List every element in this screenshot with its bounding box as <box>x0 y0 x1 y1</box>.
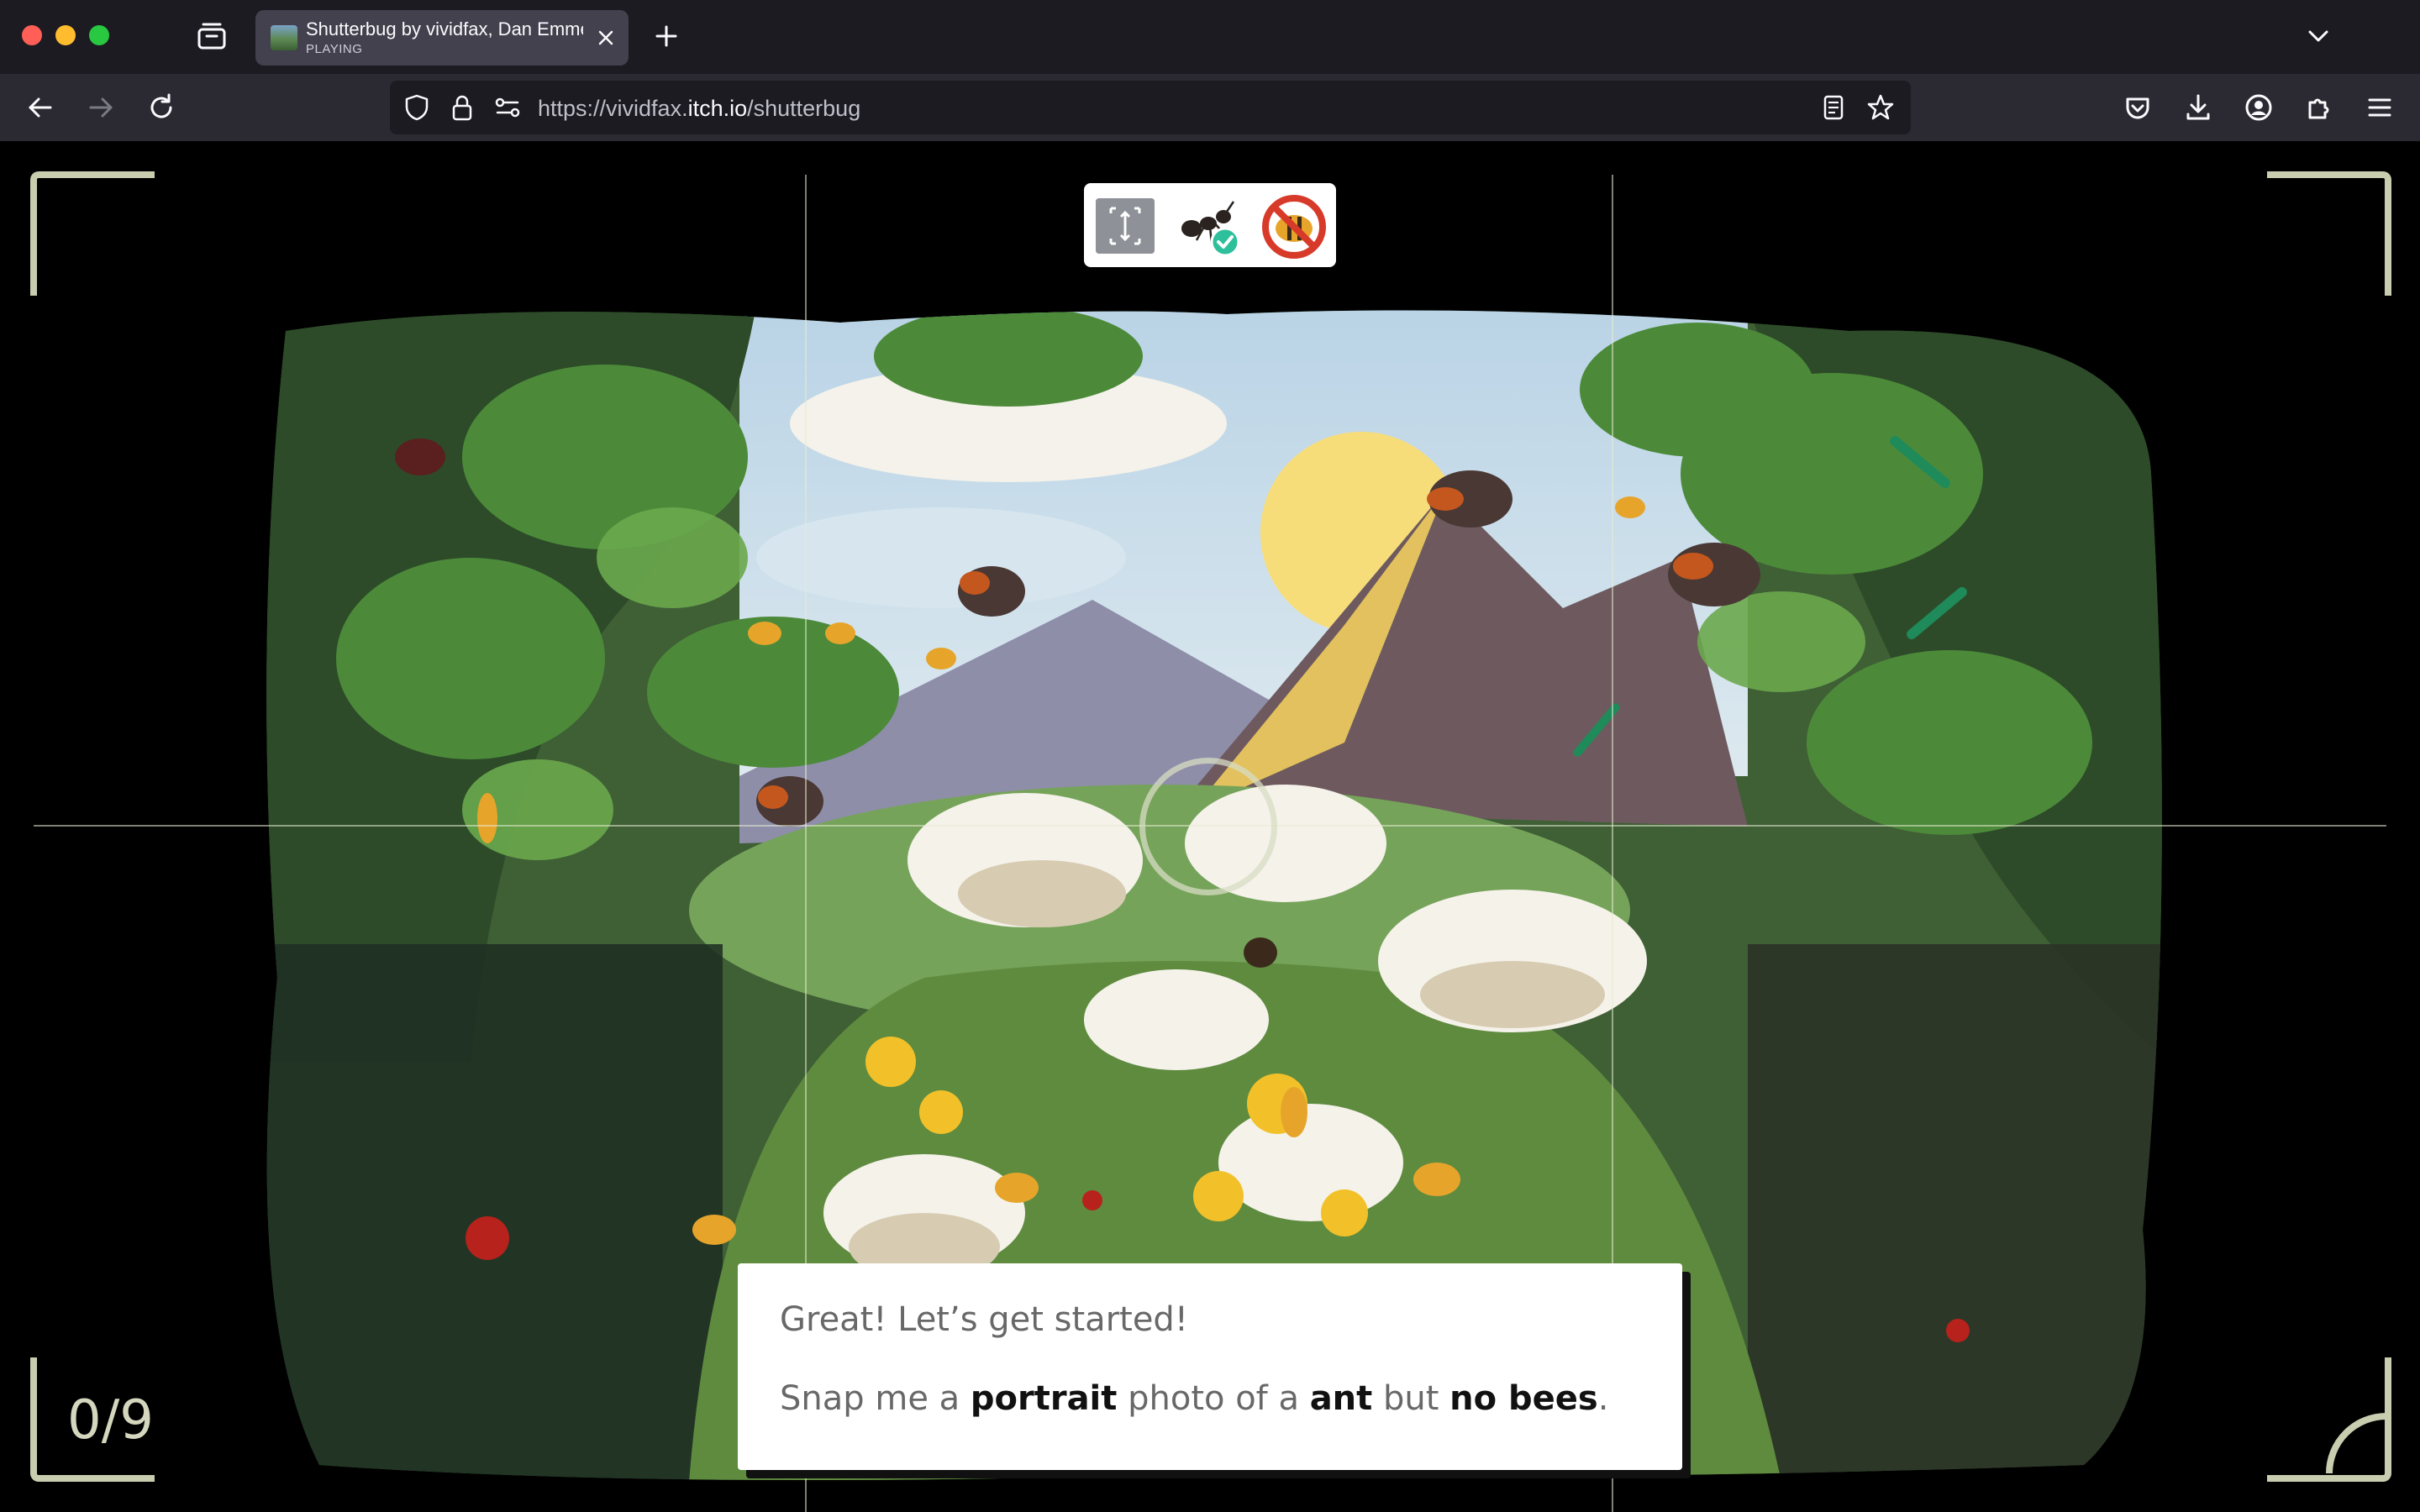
shutter-arc-icon <box>2326 1413 2387 1474</box>
extensions-puzzle-icon[interactable] <box>2302 91 2336 124</box>
dialog-instruction: Snap me a portrait photo of a ant but no… <box>780 1379 1609 1418</box>
forward-arrow-icon[interactable] <box>84 91 118 124</box>
photo-objective-panel <box>1084 183 1336 267</box>
site-permissions-icon[interactable] <box>492 92 523 123</box>
game-canvas[interactable]: 0/9 Great! Let’s get started! Snap me a … <box>0 141 2420 1512</box>
browser-titlebar: Shutterbug by vividfax, Dan Emmerson PLA… <box>0 0 2420 74</box>
downloads-icon[interactable] <box>2181 91 2215 124</box>
shutterbug-favicon-icon <box>271 25 297 50</box>
lock-icon[interactable] <box>447 92 477 123</box>
back-arrow-icon[interactable] <box>24 91 57 124</box>
url-bar[interactable]: https://vividfax.itch.io/shutterbug <box>390 81 1911 134</box>
close-tab-icon[interactable] <box>595 27 617 49</box>
dialog-greeting: Great! Let’s get started! <box>780 1300 1188 1339</box>
pocket-icon[interactable] <box>2121 91 2154 124</box>
instruction-exclusion: no bees <box>1449 1379 1598 1418</box>
hamburger-menu-icon[interactable] <box>2363 91 2396 124</box>
tab-playing-label: PLAYING <box>306 42 363 56</box>
photo-counter: 0/9 <box>67 1389 154 1452</box>
reader-view-icon[interactable] <box>1818 92 1849 123</box>
camera-focus-reticle <box>1139 758 1277 895</box>
instruction-subject: ant <box>1309 1379 1373 1418</box>
new-tab-plus-icon[interactable] <box>652 22 681 50</box>
chevron-down-icon[interactable] <box>2304 22 2333 50</box>
tab-title: Shutterbug by vividfax, Dan Emmerson <box>306 18 583 39</box>
close-window-button[interactable] <box>22 25 42 45</box>
reload-icon[interactable] <box>145 91 178 124</box>
instruction-dialog[interactable]: Great! Let’s get started! Snap me a port… <box>738 1263 1682 1470</box>
tab-shutterbug[interactable]: Shutterbug by vividfax, Dan Emmerson PLA… <box>255 10 629 66</box>
viewfinder-corner-top-right <box>2267 171 2391 296</box>
minimize-window-button[interactable] <box>55 25 76 45</box>
url-text[interactable]: https://vividfax.itch.io/shutterbug <box>538 96 860 122</box>
account-icon[interactable] <box>2242 91 2275 124</box>
instruction-orientation: portrait <box>970 1379 1118 1418</box>
no-bees-icon <box>1262 195 1326 259</box>
tab-overview-icon[interactable] <box>197 22 227 50</box>
tracking-shield-icon[interactable] <box>402 92 432 123</box>
bookmark-star-icon[interactable] <box>1865 92 1896 123</box>
portrait-frame-icon <box>1096 198 1155 254</box>
viewfinder-corner-top-left <box>30 171 155 296</box>
browser-navbar: https://vividfax.itch.io/shutterbug <box>0 74 2420 141</box>
maximize-window-button[interactable] <box>89 25 109 45</box>
ant-required-icon <box>1181 201 1240 257</box>
